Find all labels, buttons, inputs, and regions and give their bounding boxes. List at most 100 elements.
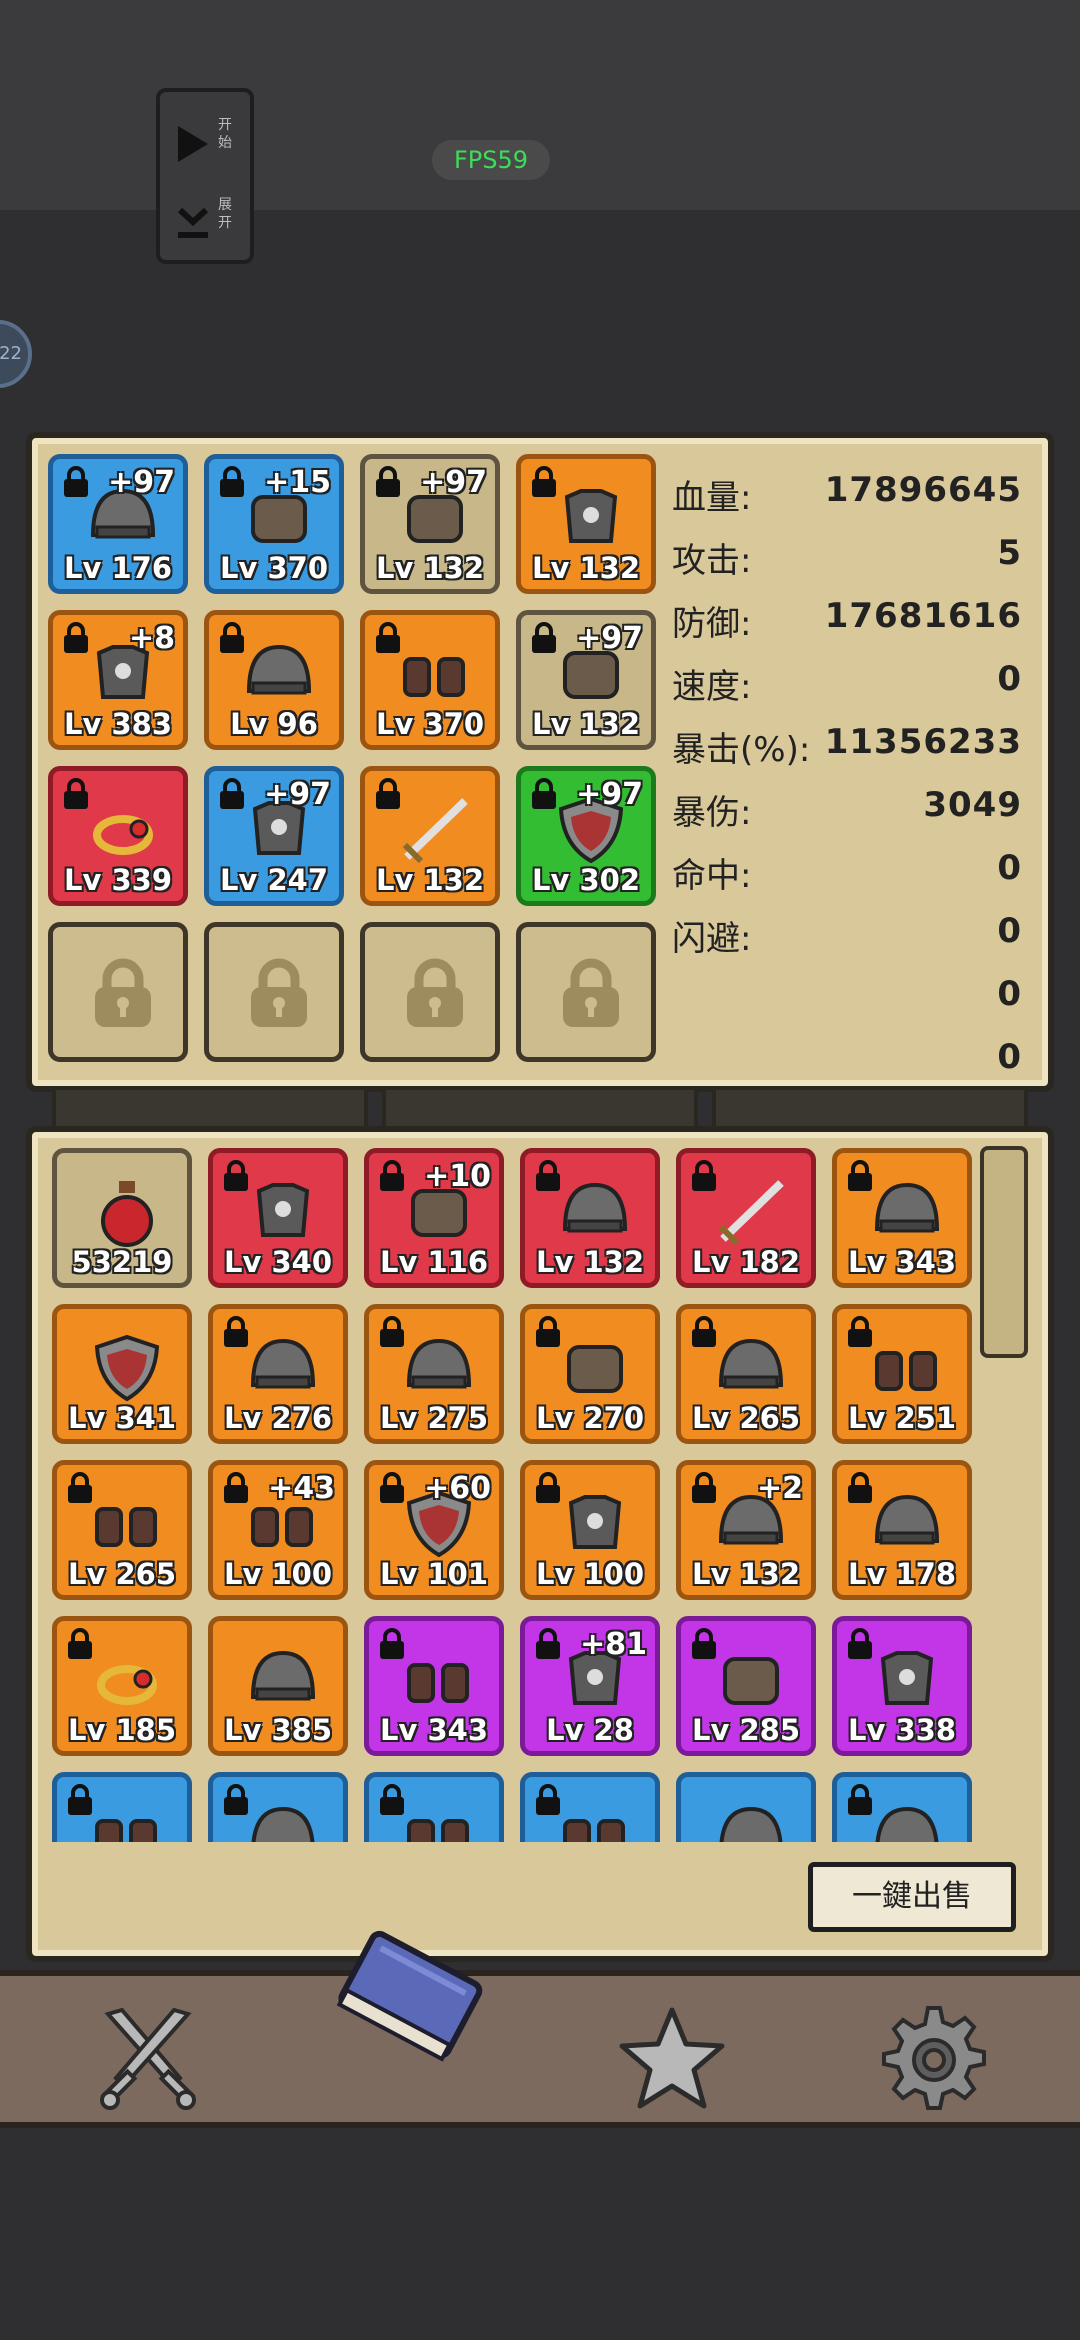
inventory-slot[interactable]: Lv 178 — [832, 1460, 972, 1600]
inventory-slot[interactable] — [520, 1772, 660, 1842]
side-floating-badge[interactable]: 22 — [0, 320, 32, 388]
inventory-slot[interactable]: Lv 132 — [520, 1148, 660, 1288]
inventory-slot[interactable]: Lv 385 — [208, 1616, 348, 1756]
nav-settings-button[interactable] — [874, 2000, 994, 2120]
item-level: Lv 338 — [847, 1713, 956, 1747]
inventory-slot[interactable] — [676, 1772, 816, 1842]
inventory-slot[interactable]: +60 Lv 101 — [364, 1460, 504, 1600]
equipped-slot[interactable]: Lv 339 — [48, 766, 188, 906]
lock-icon — [563, 958, 619, 1027]
inventory-slot[interactable]: Lv 343 — [832, 1148, 972, 1288]
inventory-slot[interactable]: Lv 182 — [676, 1148, 816, 1288]
floating-control-panel[interactable]: 开始 展开 — [156, 88, 254, 264]
equipped-slot[interactable]: +8 Lv 383 — [48, 610, 188, 750]
lock-icon — [380, 1628, 404, 1659]
equipped-slot[interactable] — [48, 922, 188, 1062]
lock-icon — [68, 1784, 92, 1815]
stat-value: 0 — [997, 659, 1022, 699]
equipped-slot[interactable]: Lv 96 — [204, 610, 344, 750]
bone-helmet-icon — [250, 1650, 316, 1701]
equipped-slot[interactable]: +97 Lv 132 — [516, 610, 656, 750]
lock-icon — [220, 466, 244, 497]
greaves-icon — [95, 1507, 157, 1547]
inventory-slot[interactable]: Lv 270 — [520, 1304, 660, 1444]
inventory-slot[interactable]: Lv 251 — [832, 1304, 972, 1444]
equipped-slot[interactable]: Lv 132 — [360, 766, 500, 906]
tower-helmet-icon — [251, 1806, 315, 1842]
inventory-slot[interactable]: +81 Lv 28 — [520, 1616, 660, 1756]
inventory-slot[interactable] — [208, 1772, 348, 1842]
inventory-slot[interactable] — [52, 1772, 192, 1842]
inventory-slot[interactable]: Lv 275 — [364, 1304, 504, 1444]
lock-icon — [536, 1472, 560, 1503]
stat-label: 命中: — [672, 856, 752, 896]
lock-icon — [536, 1628, 560, 1659]
skull-hood-icon — [718, 1338, 784, 1389]
item-level: Lv 265 — [67, 1557, 176, 1591]
ring-icon — [97, 1665, 157, 1705]
enhance-level: +8 — [128, 621, 175, 656]
item-level: Lv 276 — [223, 1401, 332, 1435]
enhance-level: +60 — [424, 1471, 491, 1506]
equipped-slot[interactable]: +97 Lv 247 — [204, 766, 344, 906]
lock-icon — [224, 1784, 248, 1815]
expand-control[interactable]: 展开 — [174, 196, 244, 256]
nav-book-button[interactable] — [328, 1924, 488, 2074]
inventory-slot[interactable]: Lv 265 — [676, 1304, 816, 1444]
lock-icon — [64, 778, 88, 809]
stat-row: 攻击: 5 — [672, 525, 1022, 585]
item-level: Lv 385 — [223, 1713, 332, 1747]
lock-icon — [692, 1472, 716, 1503]
knight-helmet-icon — [562, 1182, 628, 1233]
inventory-slot[interactable]: Lv 100 — [520, 1460, 660, 1600]
item-level: Lv 132 — [531, 551, 640, 585]
equipped-slot[interactable] — [516, 922, 656, 1062]
lock-icon — [68, 1472, 92, 1503]
item-level: Lv 275 — [379, 1401, 488, 1435]
stat-row: 暴伤: 3049 — [672, 777, 1022, 837]
equipped-slot[interactable] — [204, 922, 344, 1062]
inventory-slot[interactable]: +2 Lv 132 — [676, 1460, 816, 1600]
equipped-slot[interactable]: +15 Lv 370 — [204, 454, 344, 594]
start-control[interactable]: 开始 — [174, 116, 244, 176]
inventory-slot[interactable]: Lv 285 — [676, 1616, 816, 1756]
stat-value: 17681616 — [824, 596, 1022, 636]
gold-armor-icon — [564, 489, 618, 543]
inventory-scroll-area[interactable]: 53219 Lv 340 +10 Lv 116 Lv 132 Lv 182 Lv 343 Lv… — [46, 1144, 986, 1842]
nav-battle-button[interactable] — [88, 2000, 208, 2120]
lock-icon — [251, 958, 307, 1027]
lock-icon — [64, 466, 88, 497]
inventory-slot[interactable]: Lv 338 — [832, 1616, 972, 1756]
stat-value: 5 — [997, 533, 1022, 573]
enhance-level: +15 — [264, 465, 331, 500]
equipped-slot[interactable] — [360, 922, 500, 1062]
stat-value: 11356233 — [824, 722, 1022, 762]
item-level: Lv 383 — [63, 707, 172, 741]
equipped-slot[interactable]: +97 Lv 176 — [48, 454, 188, 594]
inventory-slot[interactable]: Lv 341 — [52, 1304, 192, 1444]
item-level: Lv 265 — [691, 1401, 800, 1435]
lock-icon — [64, 622, 88, 653]
inventory-slot[interactable]: +10 Lv 116 — [364, 1148, 504, 1288]
inventory-slot[interactable]: Lv 276 — [208, 1304, 348, 1444]
inventory-slot[interactable]: Lv 185 — [52, 1616, 192, 1756]
collapse-down-icon — [177, 207, 209, 238]
equipped-slot[interactable]: +97 Lv 302 — [516, 766, 656, 906]
inventory-slot[interactable]: 53219 — [52, 1148, 192, 1288]
nav-favorites-button[interactable] — [612, 2000, 732, 2120]
equipped-slot[interactable]: +97 Lv 132 — [360, 454, 500, 594]
sell-all-button[interactable]: 一鍵出售 — [808, 1862, 1016, 1932]
katana-icon — [402, 798, 468, 864]
inventory-slot[interactable]: Lv 340 — [208, 1148, 348, 1288]
inventory-scrollbar[interactable] — [980, 1146, 1028, 1358]
play-icon — [178, 126, 208, 162]
stat-row: 速度: 0 — [672, 651, 1022, 711]
inventory-slot[interactable]: Lv 343 — [364, 1616, 504, 1756]
inventory-slot[interactable] — [364, 1772, 504, 1842]
inventory-slot[interactable]: Lv 265 — [52, 1460, 192, 1600]
inventory-slot[interactable] — [832, 1772, 972, 1842]
equipped-slot[interactable]: Lv 370 — [360, 610, 500, 750]
stat-label: 血量: — [672, 478, 752, 518]
inventory-slot[interactable]: +43 Lv 100 — [208, 1460, 348, 1600]
equipped-slot[interactable]: Lv 132 — [516, 454, 656, 594]
